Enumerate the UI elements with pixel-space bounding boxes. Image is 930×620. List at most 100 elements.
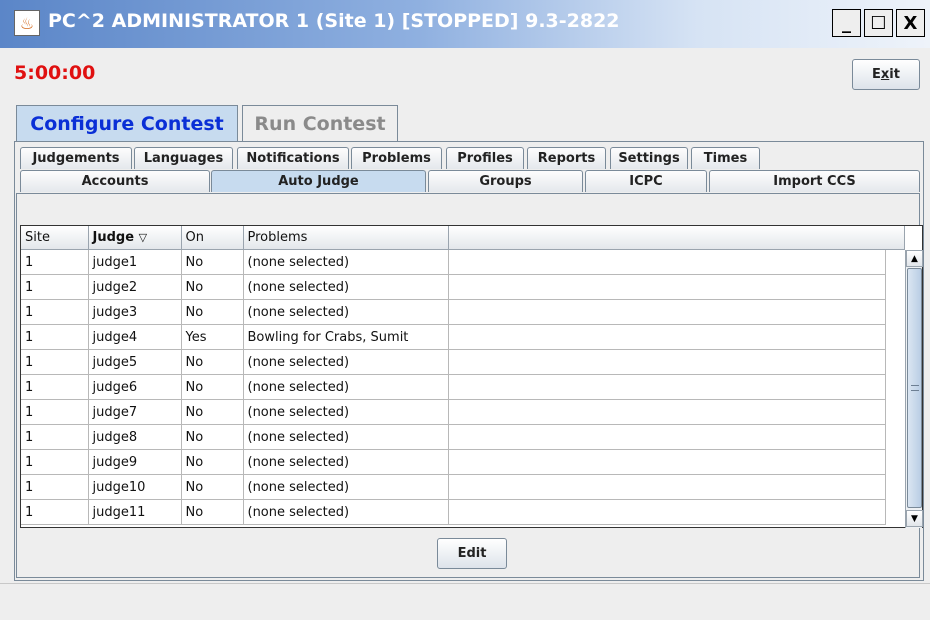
exit-label-post: it <box>889 67 900 82</box>
cell-problems: Bowling for Crabs, Sumit <box>243 324 449 350</box>
table-row[interactable]: 1 judge7 No (none selected) <box>21 399 886 425</box>
cell-judge: judge1 <box>88 250 182 275</box>
cell-judge: judge9 <box>88 449 182 475</box>
cell-site: 1 <box>21 250 89 275</box>
cell-empty <box>448 274 886 300</box>
table-row[interactable]: 1 judge11 No (none selected) <box>21 499 886 525</box>
cell-on: No <box>181 399 244 425</box>
table-header: Site Judge ▽ On Problems <box>21 226 905 250</box>
cell-empty <box>448 424 886 450</box>
cell-problems: (none selected) <box>243 499 449 525</box>
tab-icpc[interactable]: ICPC <box>585 170 707 192</box>
table-row[interactable]: 1 judge8 No (none selected) <box>21 424 886 450</box>
cell-problems: (none selected) <box>243 474 449 500</box>
tab-run-contest[interactable]: Run Contest <box>242 105 398 141</box>
table-row[interactable]: 1 judge9 No (none selected) <box>21 449 886 475</box>
cell-problems: (none selected) <box>243 399 449 425</box>
maximize-button[interactable]: ☐ <box>864 9 893 37</box>
column-header-judge[interactable]: Judge ▽ <box>88 226 182 250</box>
tab-auto-judge[interactable]: Auto Judge <box>211 170 426 192</box>
cell-site: 1 <box>21 449 89 475</box>
tab-reports[interactable]: Reports <box>527 147 606 169</box>
cell-site: 1 <box>21 349 89 375</box>
cell-problems: (none selected) <box>243 299 449 325</box>
cell-on: No <box>181 424 244 450</box>
scroll-up-arrow-icon[interactable]: ▲ <box>906 250 923 267</box>
cell-problems: (none selected) <box>243 374 449 400</box>
cell-empty <box>448 349 886 375</box>
scroll-down-arrow-icon[interactable]: ▼ <box>906 510 923 527</box>
cell-empty <box>448 374 886 400</box>
vertical-scrollbar[interactable]: ▲ ▼ <box>905 250 923 528</box>
cell-site: 1 <box>21 499 89 525</box>
cell-empty <box>448 250 886 275</box>
table-row[interactable]: 1 judge3 No (none selected) <box>21 299 886 325</box>
cell-empty <box>448 474 886 500</box>
cell-on: No <box>181 299 244 325</box>
column-header-site[interactable]: Site <box>21 226 89 250</box>
cell-on: No <box>181 499 244 525</box>
table-row[interactable]: 1 judge10 No (none selected) <box>21 474 886 500</box>
cell-problems: (none selected) <box>243 449 449 475</box>
java-cup-icon[interactable]: ♨ <box>14 10 40 36</box>
cell-problems: (none selected) <box>243 349 449 375</box>
cell-site: 1 <box>21 374 89 400</box>
close-button[interactable]: X <box>896 9 925 37</box>
cell-problems: (none selected) <box>243 274 449 300</box>
cell-problems: (none selected) <box>243 424 449 450</box>
cell-judge: judge2 <box>88 274 182 300</box>
contest-clock: 5:00:00 <box>14 62 96 84</box>
column-header-problems[interactable]: Problems <box>243 226 449 250</box>
auto-judge-table: Site Judge ▽ On Problems 1 judge1 No (none … <box>20 225 923 528</box>
tab-configure-contest[interactable]: Configure Contest <box>16 105 238 141</box>
cell-judge: judge6 <box>88 374 182 400</box>
tab-groups[interactable]: Groups <box>428 170 583 192</box>
cell-site: 1 <box>21 324 89 350</box>
tab-judgements[interactable]: Judgements <box>20 147 132 169</box>
tab-notifications[interactable]: Notifications <box>237 147 349 169</box>
cell-empty <box>448 399 886 425</box>
cell-empty <box>448 299 886 325</box>
cell-problems: (none selected) <box>243 250 449 275</box>
minimize-button[interactable]: _ <box>832 9 861 37</box>
tab-import-ccs[interactable]: Import CCS <box>709 170 920 192</box>
tab-languages[interactable]: Languages <box>134 147 233 169</box>
cell-judge: judge10 <box>88 474 182 500</box>
cell-empty <box>448 499 886 525</box>
column-header-judge-label: Judge <box>92 230 135 245</box>
tab-settings[interactable]: Settings <box>610 147 688 169</box>
edit-button[interactable]: Edit <box>437 538 507 569</box>
window-title: PC^2 ADMINISTRATOR 1 (Site 1) [STOPPED] … <box>48 10 620 32</box>
cell-judge: judge4 <box>88 324 182 350</box>
column-header-on[interactable]: On <box>181 226 244 250</box>
tab-accounts[interactable]: Accounts <box>20 170 210 192</box>
cell-on: No <box>181 274 244 300</box>
cell-site: 1 <box>21 274 89 300</box>
exit-label-mnemonic: x <box>880 67 890 82</box>
cell-empty <box>448 324 886 350</box>
cell-judge: judge8 <box>88 424 182 450</box>
table-row[interactable]: 1 judge5 No (none selected) <box>21 349 886 375</box>
column-header-blank[interactable] <box>448 226 905 250</box>
exit-button[interactable]: Ex it <box>852 59 920 90</box>
table-row[interactable]: 1 judge2 No (none selected) <box>21 274 886 300</box>
cell-on: No <box>181 250 244 275</box>
cell-on: No <box>181 449 244 475</box>
cell-on: No <box>181 349 244 375</box>
tab-problems[interactable]: Problems <box>351 147 442 169</box>
table-row[interactable]: 1 judge4 Yes Bowling for Crabs, Sumit <box>21 324 886 350</box>
cell-on: No <box>181 474 244 500</box>
cell-site: 1 <box>21 424 89 450</box>
cell-on: No <box>181 374 244 400</box>
table-row[interactable]: 1 judge6 No (none selected) <box>21 374 886 400</box>
cell-judge: judge7 <box>88 399 182 425</box>
tab-times[interactable]: Times <box>691 147 760 169</box>
cell-site: 1 <box>21 474 89 500</box>
cell-judge: judge5 <box>88 349 182 375</box>
cell-judge: judge3 <box>88 299 182 325</box>
cell-empty <box>448 449 886 475</box>
table-row[interactable]: 1 judge1 No (none selected) <box>21 250 886 275</box>
tab-profiles[interactable]: Profiles <box>446 147 524 169</box>
cell-judge: judge11 <box>88 499 182 525</box>
scroll-thumb[interactable] <box>907 268 922 508</box>
